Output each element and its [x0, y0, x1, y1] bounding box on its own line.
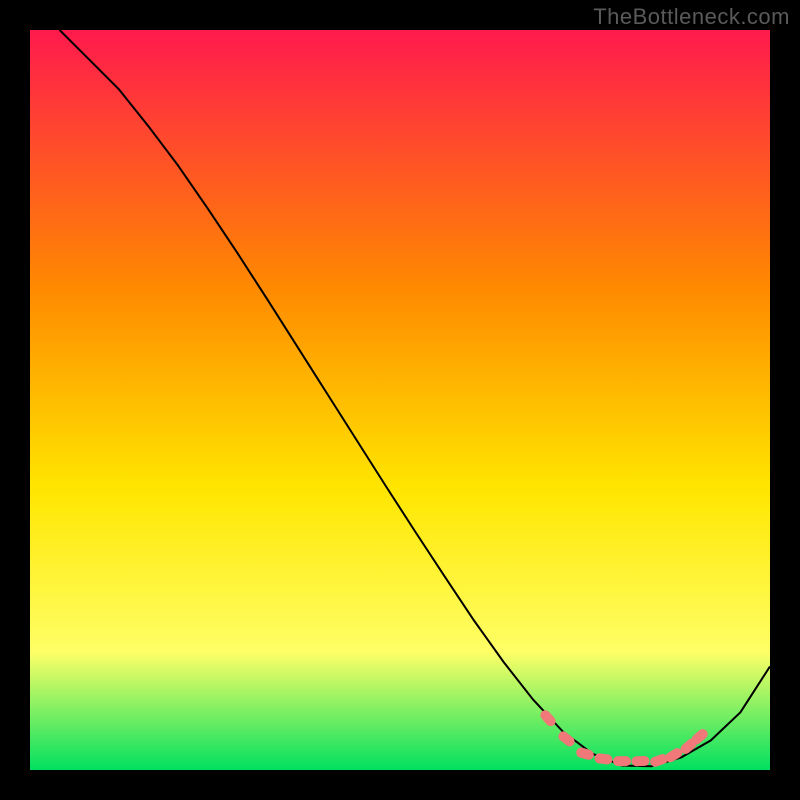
marker-dash [631, 756, 649, 767]
chart-container: TheBottleneck.com [0, 0, 800, 800]
plot-area [30, 30, 770, 770]
marker-dash [613, 756, 631, 766]
bottleneck-curve-chart [0, 0, 800, 800]
watermark-text: TheBottleneck.com [593, 4, 790, 30]
